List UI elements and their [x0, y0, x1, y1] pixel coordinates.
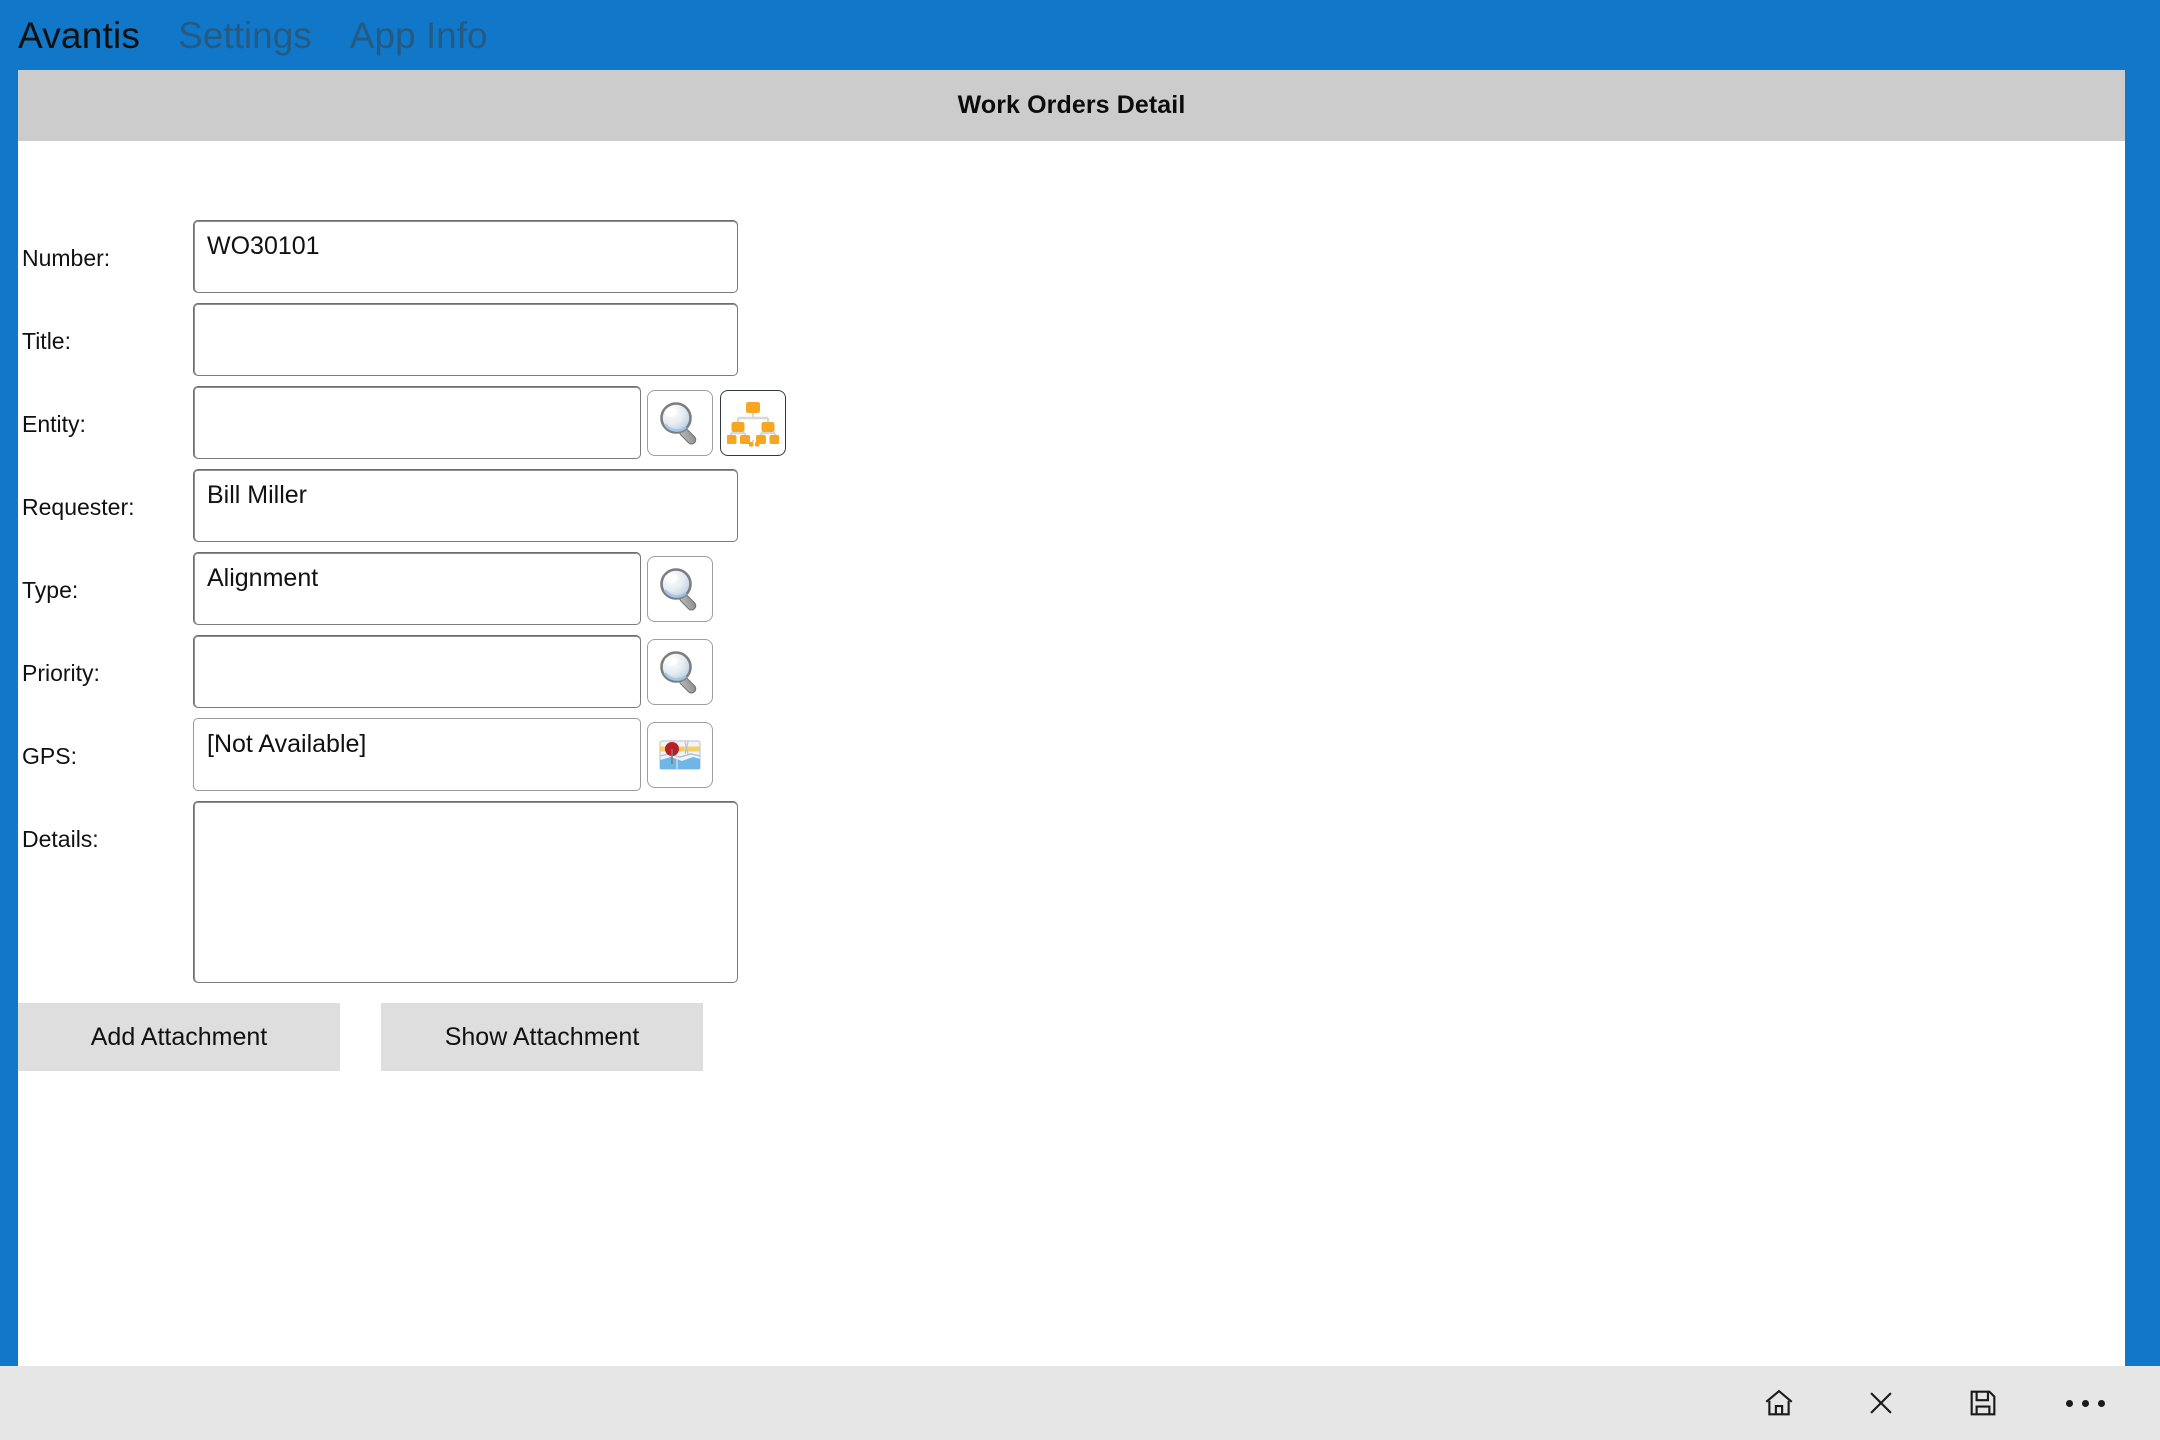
- field-row-title: Title:: [18, 303, 738, 376]
- app-brand-title: Avantis: [18, 14, 141, 56]
- input-priority[interactable]: [193, 635, 641, 708]
- input-requester[interactable]: Bill Miller: [193, 469, 738, 542]
- hierarchy-icon: [727, 402, 779, 447]
- search-icon: [660, 651, 697, 694]
- label-number: Number:: [22, 245, 111, 271]
- add-attachment-button[interactable]: Add Attachment: [18, 1003, 340, 1071]
- more-icon: [2065, 1399, 2105, 1407]
- input-number[interactable]: WO30101: [193, 220, 738, 293]
- close-icon: [1870, 1392, 1892, 1414]
- field-row-gps: GPS: [Not Available]: [18, 718, 713, 791]
- label-entity: Entity:: [22, 411, 86, 437]
- type-search-button[interactable]: [647, 556, 713, 622]
- field-row-details: Details:: [18, 801, 738, 983]
- input-gps[interactable]: [Not Available]: [193, 718, 641, 791]
- save-button[interactable]: [1932, 1366, 2034, 1440]
- label-gps: GPS:: [22, 743, 77, 769]
- entity-search-button[interactable]: [647, 390, 713, 456]
- priority-search-button[interactable]: [647, 639, 713, 705]
- map-icon: [659, 740, 701, 770]
- label-priority: Priority:: [22, 660, 100, 686]
- show-attachment-button[interactable]: Show Attachment: [381, 1003, 703, 1071]
- more-options-button[interactable]: [2034, 1366, 2136, 1440]
- save-icon: [1970, 1390, 1996, 1416]
- section-header: Work Orders Detail: [18, 70, 2125, 141]
- input-details[interactable]: [193, 801, 738, 983]
- field-row-priority: Priority:: [18, 635, 713, 708]
- home-button[interactable]: [1728, 1366, 1830, 1440]
- input-entity[interactable]: [193, 386, 641, 459]
- field-row-number: Number: WO30101: [18, 220, 738, 293]
- nav-item-settings[interactable]: Settings: [178, 17, 312, 54]
- field-row-entity: Entity:: [18, 386, 786, 459]
- search-icon: [660, 568, 697, 611]
- page-title: Work Orders Detail: [957, 91, 1186, 119]
- field-row-requester: Requester: Bill Miller: [18, 469, 738, 542]
- gps-map-button[interactable]: [647, 722, 713, 788]
- nav-item-app-info[interactable]: App Info: [350, 17, 488, 54]
- search-icon: [660, 402, 697, 445]
- page-content: Work Orders Detail Number: WO30101 Title…: [18, 70, 2125, 1366]
- field-row-type: Type: Alignment: [18, 552, 713, 625]
- bottom-command-bar: [0, 1366, 2160, 1440]
- label-requester: Requester:: [22, 494, 135, 520]
- app-window: Avantis Settings App Info Work Orders De…: [0, 0, 2160, 1440]
- label-title: Title:: [22, 328, 71, 354]
- label-details: Details:: [22, 826, 99, 852]
- label-type: Type:: [22, 577, 79, 603]
- input-type[interactable]: Alignment: [193, 552, 641, 625]
- close-button[interactable]: [1830, 1366, 1932, 1440]
- app-title-bar: Avantis Settings App Info: [0, 0, 2160, 70]
- entity-hierarchy-button[interactable]: [720, 390, 786, 456]
- home-icon: [1765, 1389, 1793, 1416]
- input-title[interactable]: [193, 303, 738, 376]
